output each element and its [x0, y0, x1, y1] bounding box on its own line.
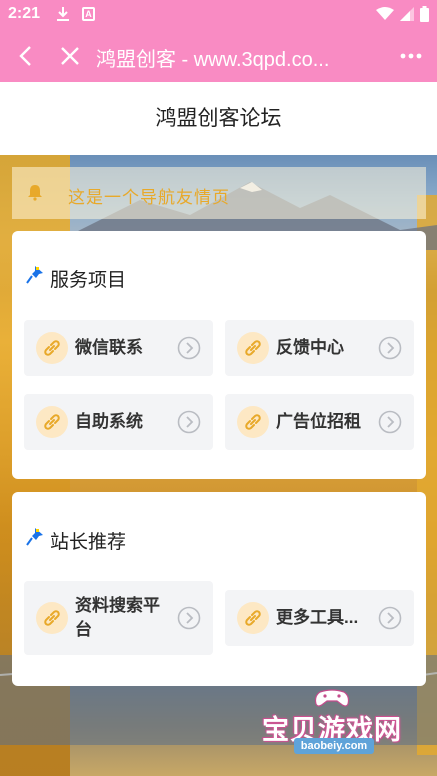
link-icon-circle — [36, 406, 68, 438]
status-time: 2:21 — [8, 5, 41, 22]
link-icon — [245, 610, 261, 626]
more-options-icon[interactable] — [399, 44, 423, 68]
link-item-data-search[interactable]: 资料搜索平台 — [24, 581, 213, 655]
app-notification-icon: A — [82, 7, 95, 21]
chevron-right-circle-icon — [177, 410, 201, 434]
link-item-label: 广告位招租 — [276, 412, 361, 431]
wifi-icon — [376, 7, 394, 20]
app-bar-title: 鸿盟创客 - www.3qpd.co... — [96, 49, 330, 71]
link-icon — [245, 340, 261, 356]
link-icon-circle — [36, 332, 68, 364]
watermark-logo: 宝贝游戏网 baobeiy.com — [258, 686, 408, 764]
download-icon — [57, 7, 69, 21]
chevron-right-circle-icon — [378, 336, 402, 360]
pin-icon — [26, 528, 43, 546]
close-icon[interactable] — [58, 44, 82, 68]
link-icon-circle — [237, 332, 269, 364]
battery-icon — [420, 6, 429, 22]
notice-text: 这是一个导航友情页 — [68, 188, 230, 207]
link-item-feedback-center[interactable]: 反馈中心 — [225, 320, 414, 376]
chevron-right-circle-icon — [177, 336, 201, 360]
watermark-url: baobeiy.com — [294, 738, 374, 754]
back-arrow-icon[interactable] — [14, 44, 38, 68]
link-item-wechat-contact[interactable]: 微信联系 — [24, 320, 213, 376]
link-item-label: 更多工具... — [276, 608, 359, 627]
section-title-recommend: 站长推荐 — [50, 532, 127, 553]
link-item-label: 资料搜索平台 — [75, 596, 160, 639]
link-item-ad-rental[interactable]: 广告位招租 — [225, 394, 414, 450]
status-indicators — [376, 6, 429, 22]
link-icon — [245, 414, 261, 430]
services-card: 服务项目 微信联系 反馈中心 自助系统 广告位招租 — [12, 231, 426, 479]
bell-icon — [28, 185, 42, 201]
link-icon-circle — [36, 602, 68, 634]
link-item-self-service[interactable]: 自助系统 — [24, 394, 213, 450]
chevron-right-circle-icon — [177, 606, 201, 630]
link-item-label: 微信联系 — [75, 338, 143, 357]
notice-bar: 这是一个导航友情页 — [12, 167, 426, 219]
section-title-services: 服务项目 — [50, 270, 127, 291]
chevron-right-circle-icon — [378, 410, 402, 434]
gamepad-icon — [314, 689, 350, 707]
signal-icon — [400, 7, 414, 21]
link-item-label: 自助系统 — [75, 412, 143, 431]
link-icon-circle — [237, 406, 269, 438]
recommend-card: 站长推荐 资料搜索平台 更多工具... — [12, 492, 426, 686]
page-title: 鸿盟创客论坛 — [155, 107, 282, 130]
link-icon — [44, 610, 60, 626]
link-item-label: 反馈中心 — [276, 338, 344, 357]
link-item-more-tools[interactable]: 更多工具... — [225, 590, 414, 646]
link-icon — [44, 414, 60, 430]
link-icon-circle — [237, 602, 269, 634]
pin-icon — [26, 266, 43, 284]
status-bar: 2:21 A — [0, 0, 437, 30]
link-icon — [44, 340, 60, 356]
page-header: 鸿盟创客论坛 — [0, 82, 437, 155]
chevron-right-circle-icon — [378, 606, 402, 630]
app-bar: 鸿盟创客 - www.3qpd.co... — [0, 30, 437, 82]
